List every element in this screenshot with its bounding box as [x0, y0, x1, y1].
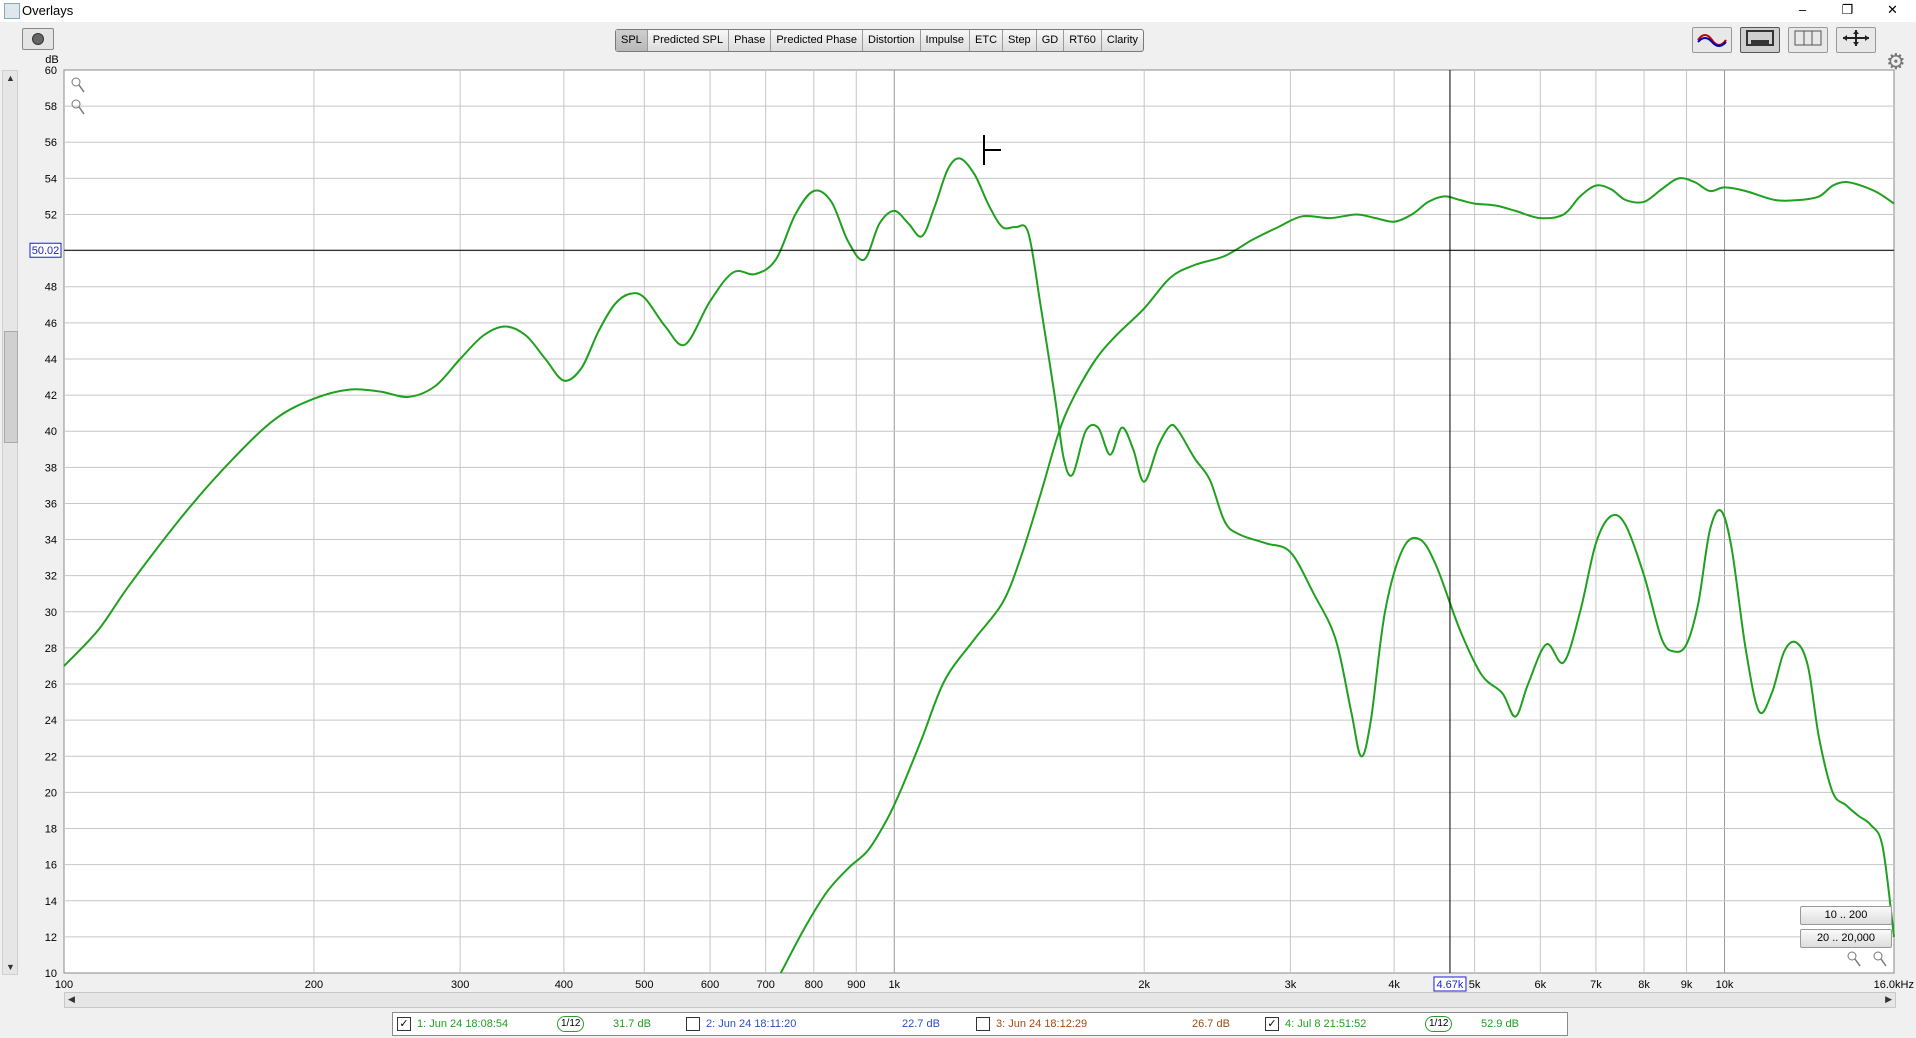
- x-tick-label: 900: [847, 979, 865, 991]
- y-tick-label: 10: [45, 968, 57, 980]
- x-tick-label: 1k: [888, 979, 900, 991]
- y-tick-label: 30: [45, 607, 57, 619]
- y-tick-label: 46: [45, 318, 57, 330]
- y-tick-label: 48: [45, 282, 57, 294]
- x-tick-label: 8k: [1638, 979, 1650, 991]
- x-tick-label: 9k: [1681, 979, 1693, 991]
- x-tick-label: 400: [555, 979, 573, 991]
- y-tick-label: 18: [45, 824, 57, 836]
- y-axis-label: dB: [45, 54, 58, 66]
- y-tick-label: 40: [45, 426, 57, 438]
- x-tick-label: 500: [635, 979, 653, 991]
- x-tick-label: 800: [805, 979, 823, 991]
- x-axis-ticks: 100 200 300 400 500 600 700 800 900 1k 2k 3k 4k 5k 6k 7…: [55, 979, 1914, 991]
- measurement-name[interactable]: 3: Jun 24 18:12:29: [996, 1013, 1087, 1035]
- y-tick-label: 26: [45, 679, 57, 691]
- x-tick-label: 700: [756, 979, 774, 991]
- x-tick-label: 16.0kHz: [1874, 979, 1914, 991]
- y-tick-label: 38: [45, 462, 57, 474]
- measurement-level: 26.7 dB: [1192, 1018, 1230, 1030]
- y-tick-label: 60: [45, 65, 57, 77]
- y-tick-label: 52: [45, 209, 57, 221]
- measurement-name[interactable]: 1: Jun 24 18:08:54: [417, 1013, 508, 1035]
- y-tick-label: 28: [45, 643, 57, 655]
- spl-chart[interactable]: 100 200 300 400 500 600 700 800 900 1k 2k 3k 4k 5k 6k 7…: [0, 0, 1916, 1000]
- x-tick-label: 4k: [1388, 979, 1400, 991]
- plot-area[interactable]: [63, 69, 1895, 974]
- x-tick-label: 2k: [1138, 979, 1150, 991]
- y-tick-label: 16: [45, 860, 57, 872]
- y-tick-label: 32: [45, 571, 57, 583]
- y-tick-label: 12: [45, 932, 57, 944]
- x-tick-label: 7k: [1590, 979, 1602, 991]
- x-tick-label: 100: [55, 979, 73, 991]
- y-tick-label: 24: [45, 715, 57, 727]
- cursor-x-readout: 4.67k: [1437, 979, 1464, 991]
- measurement-checkbox[interactable]: ✓: [397, 1017, 411, 1031]
- measurement-checkbox[interactable]: [976, 1017, 990, 1031]
- y-axis-ticks: 10 12 14 16 18 20 22 24 26 28 30 32 34 36 38 40 42 44 46 48…: [45, 65, 57, 980]
- x-tick-label: 300: [451, 979, 469, 991]
- x-tick-label: 6k: [1535, 979, 1547, 991]
- y-tick-label: 58: [45, 101, 57, 113]
- y-tick-label: 34: [45, 535, 57, 547]
- measurement-checkbox[interactable]: ✓: [1265, 1017, 1279, 1031]
- y-tick-label: 22: [45, 751, 57, 763]
- y-tick-label: 20: [45, 787, 57, 799]
- y-tick-label: 54: [45, 173, 57, 185]
- measurement-level: 52.9 dB: [1481, 1018, 1519, 1030]
- measurement-level: 22.7 dB: [902, 1018, 940, 1030]
- scroll-right-icon[interactable]: ▶: [1885, 994, 1892, 1005]
- range-20-20000-button[interactable]: 20 .. 20,000: [1800, 929, 1892, 948]
- scroll-left-icon[interactable]: ◀: [68, 994, 75, 1005]
- x-tick-label: 5k: [1469, 979, 1481, 991]
- cursor-y-readout: 50.02: [32, 245, 60, 257]
- x-tick-label: 200: [305, 979, 323, 991]
- y-tick-label: 44: [45, 354, 57, 366]
- measurement-name[interactable]: 4: Jul 8 21:51:52: [1285, 1013, 1366, 1035]
- smoothing-badge[interactable]: 1/12: [557, 1016, 585, 1032]
- measurement-checkbox[interactable]: [686, 1017, 700, 1031]
- x-tick-label: 600: [701, 979, 719, 991]
- measurement-level: 31.7 dB: [613, 1018, 651, 1030]
- smoothing-badge[interactable]: 1/12: [1425, 1016, 1453, 1032]
- horizontal-scrollbar[interactable]: ◀ ▶: [64, 992, 1896, 1008]
- range-10-200-button[interactable]: 10 .. 200: [1800, 906, 1892, 925]
- y-tick-label: 14: [45, 896, 57, 908]
- y-tick-label: 36: [45, 498, 57, 510]
- x-tick-label: 10k: [1716, 979, 1734, 991]
- y-tick-label: 56: [45, 137, 57, 149]
- measurement-legend: ✓ 1: Jun 24 18:08:54 1/12 31.7 dB 2: Jun 24 …: [392, 1012, 1568, 1036]
- y-tick-label: 42: [45, 390, 57, 402]
- x-tick-label: 3k: [1285, 979, 1297, 991]
- measurement-name[interactable]: 2: Jun 24 18:11:20: [706, 1013, 796, 1035]
